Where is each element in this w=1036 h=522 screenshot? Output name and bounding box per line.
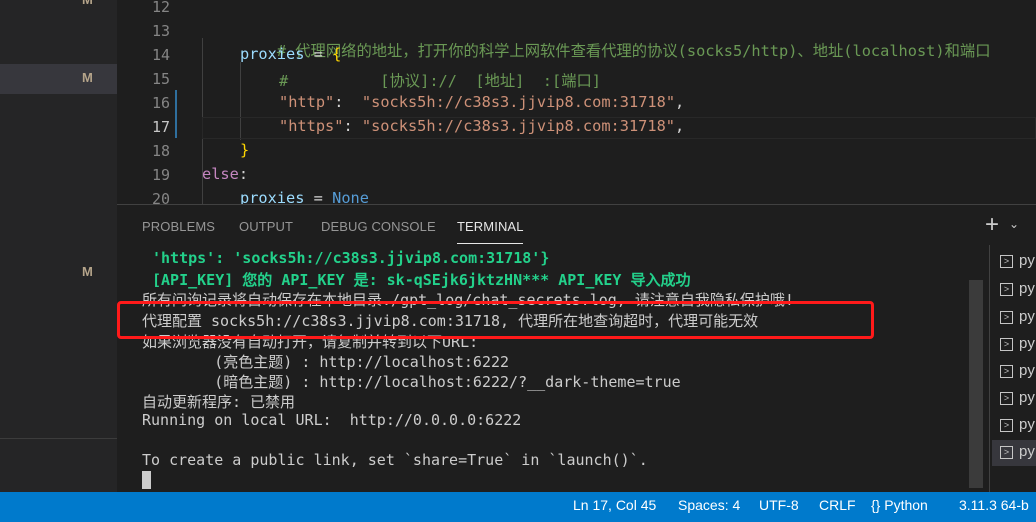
code-string: "socks5h://c38s3.jjvip8.com:31718" — [361, 117, 676, 135]
code-variable: proxies — [240, 189, 305, 204]
terminal-icon: > — [1000, 365, 1013, 378]
terminal-list-item[interactable]: > py — [992, 332, 1036, 358]
encoding[interactable]: UTF-8 — [759, 497, 799, 513]
code-sep: : — [343, 117, 362, 135]
terminal-line: (亮色主题) : http://localhost:6222 — [142, 353, 510, 371]
code-line-14[interactable]: proxies = { — [240, 45, 341, 63]
line-number: 14 — [151, 46, 170, 64]
code-keyword: else — [202, 165, 239, 183]
explorer-panel: M M M — [0, 0, 117, 492]
chevron-down-icon[interactable]: ⌄ — [1009, 217, 1019, 231]
code-variable: proxies — [240, 45, 305, 63]
code-editor[interactable]: 12 13 # 代理网络的地址，打开你的科学上网软件查看代理的协议(socks5… — [117, 0, 1036, 204]
terminal-list-item[interactable]: > py — [992, 386, 1036, 412]
code-line-16[interactable]: "http": "socks5h://c38s3.jjvip8.com:3171… — [279, 93, 684, 111]
terminal-icon: > — [1000, 446, 1013, 459]
language-mode[interactable]: {} Python — [871, 497, 928, 513]
indentation[interactable]: Spaces: 4 — [678, 497, 740, 513]
terminal-line: 自动更新程序: 已禁用 — [142, 393, 296, 411]
code-brace: { — [332, 45, 342, 63]
line-number: 20 — [151, 190, 170, 204]
code-operator: = — [304, 189, 333, 204]
terminal-scrollbar[interactable] — [969, 280, 983, 488]
terminal-cursor — [142, 471, 151, 489]
code-string: "socks5h://c38s3.jjvip8.com:31718" — [361, 93, 676, 111]
terminal-line: To create a public link, set `share=True… — [142, 451, 648, 469]
terminal-list-item[interactable]: > py — [992, 359, 1036, 385]
code-tail: , — [675, 117, 685, 135]
terminal-icon: > — [1000, 392, 1013, 405]
code-line-15[interactable]: # [协议]:// [地址] :[端口] — [279, 69, 601, 91]
modified-gutter-marker — [175, 90, 177, 138]
tab-terminal[interactable]: TERMINAL — [457, 219, 524, 234]
code-sep: : — [334, 93, 362, 111]
code-line-18[interactable]: } — [240, 141, 249, 159]
explorer-divider — [0, 438, 117, 439]
cursor-position[interactable]: Ln 17, Col 45 — [573, 497, 656, 513]
terminal-icon: > — [1000, 311, 1013, 324]
modified-badge: M — [82, 70, 93, 85]
terminal-list-divider — [989, 245, 990, 493]
line-number: 19 — [151, 166, 170, 184]
code-line-17[interactable]: "https": "socks5h://c38s3.jjvip8.com:317… — [279, 117, 684, 135]
bottom-panel: PROBLEMS OUTPUT DEBUG CONSOLE TERMINAL +… — [117, 204, 1036, 493]
tab-problems[interactable]: PROBLEMS — [142, 219, 215, 234]
code-key: "https" — [279, 117, 344, 135]
terminal-list-item[interactable]: > py — [992, 413, 1036, 439]
terminal-line: [API_KEY] 您的 API_KEY 是: sk-qSEjk6jktzHN*… — [152, 271, 691, 289]
code-key: "http" — [279, 93, 335, 111]
code-comment: # [协议]:// [地址] :[端口] — [279, 72, 602, 90]
code-line-20[interactable]: proxies = None — [240, 189, 369, 204]
tab-debug-console[interactable]: DEBUG CONSOLE — [321, 219, 436, 234]
terminal-icon: > — [1000, 338, 1013, 351]
terminal-list-item[interactable]: > py — [992, 249, 1036, 275]
terminal-icon: > — [1000, 283, 1013, 296]
code-tail: , — [675, 93, 685, 111]
highlight-box — [117, 301, 874, 339]
line-ending[interactable]: CRLF — [819, 497, 856, 513]
modified-badge: M — [82, 0, 93, 7]
code-line-19[interactable]: else: — [202, 165, 248, 183]
line-number: 18 — [151, 142, 170, 160]
terminal-list-item[interactable]: > py — [992, 277, 1036, 303]
terminal-line: (暗色主题) : http://localhost:6222/?__dark-t… — [142, 373, 681, 391]
active-tab-indicator — [457, 243, 523, 244]
line-number: 15 — [151, 70, 170, 88]
terminal-icon: > — [1000, 419, 1013, 432]
tab-output[interactable]: OUTPUT — [239, 219, 293, 234]
new-terminal-plus-icon[interactable]: + — [985, 211, 999, 239]
terminal-list-item[interactable]: > py — [992, 305, 1036, 331]
braces-icon: {} — [871, 497, 881, 513]
code-operator: = — [304, 45, 333, 63]
terminal-list-item-selected[interactable]: > py — [992, 440, 1036, 466]
status-bar: Ln 17, Col 45 Spaces: 4 UTF-8 CRLF {} Py… — [0, 492, 1036, 522]
line-number: 12 — [151, 0, 170, 16]
line-number-current: 17 — [151, 118, 170, 136]
line-number: 13 — [151, 22, 170, 40]
code-tail: : — [238, 165, 249, 183]
terminal-line: Running on local URL: http://0.0.0.0:622… — [142, 411, 522, 429]
python-interpreter[interactable]: 3.11.3 64-b — [959, 497, 1029, 513]
code-constant: None — [332, 189, 369, 204]
code-comment: # 代理网络的地址，打开你的科学上网软件查看代理的协议(socks5/http)… — [276, 42, 991, 60]
modified-badge: M — [82, 264, 93, 279]
explorer-selected-row[interactable] — [0, 64, 117, 94]
code-brace: } — [240, 141, 250, 159]
terminal-line: 'https': 'socks5h://c38s3.jjvip8.com:317… — [152, 249, 550, 267]
terminal-icon: > — [1000, 255, 1013, 268]
line-number: 16 — [151, 94, 170, 112]
